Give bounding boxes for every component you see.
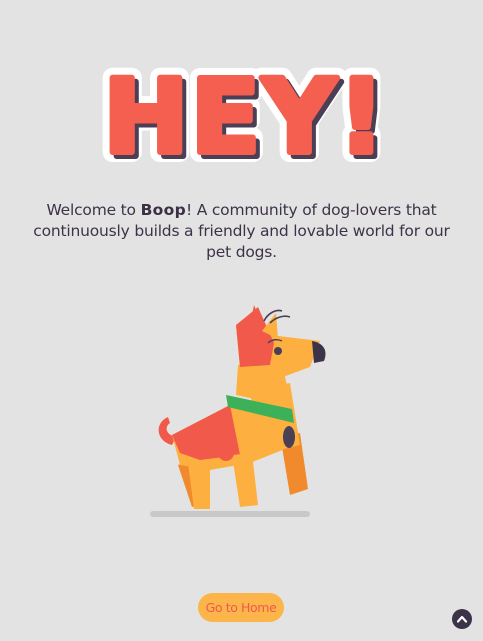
scroll-top-button[interactable] [452, 609, 472, 629]
hero-title-text: HEY! [103, 58, 386, 170]
dog-illustration [140, 295, 340, 525]
brand-name: Boop [140, 200, 186, 219]
hero-title: HEY! HEY! HEY! [0, 40, 483, 170]
page: HEY! HEY! HEY! Welcome to Boop! A commun… [0, 0, 483, 641]
go-home-button[interactable]: Go to Home [198, 593, 284, 622]
chevron-up-icon [456, 610, 468, 629]
intro-prefix: Welcome to [46, 200, 141, 219]
intro-paragraph: Welcome to Boop! A community of dog-love… [20, 200, 463, 263]
